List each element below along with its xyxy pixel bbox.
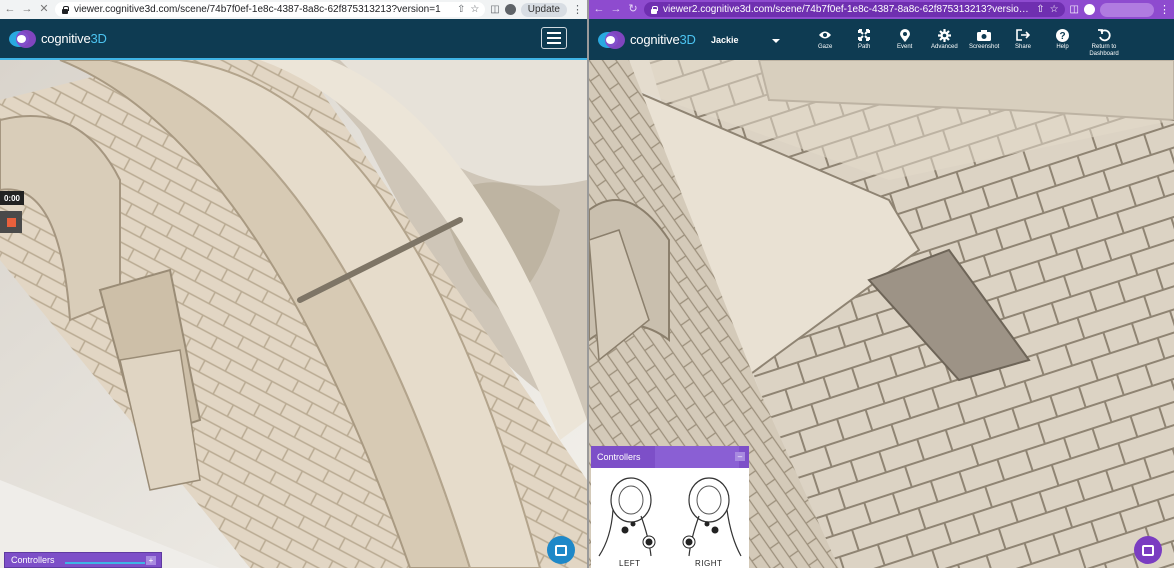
right-browser-window: ← → ↻ viewer2.cognitive3d.com/scene/74b7…	[589, 0, 1174, 568]
controllers-panel-header[interactable]: Controllers –	[591, 446, 749, 468]
tool-advanced[interactable]: Advanced	[931, 28, 958, 51]
bookmark-star-icon[interactable]: ☆	[1050, 4, 1059, 15]
tool-help[interactable]: ? Help	[1056, 28, 1069, 51]
minimize-icon[interactable]: –	[735, 452, 745, 461]
tool-label: Help	[1056, 44, 1069, 50]
browser-toolbar-right: ← → ↻ viewer2.cognitive3d.com/scene/74b7…	[589, 0, 1174, 19]
profile-pill[interactable]	[1100, 2, 1154, 17]
forward-icon[interactable]: →	[610, 4, 622, 16]
url-text-right: viewer2.cognitive3d.com/scene/74b7f0ef-1…	[663, 4, 1032, 15]
controllers-panel-body: LEFT RIGHT	[591, 468, 749, 568]
chevron-down-icon[interactable]	[772, 39, 780, 43]
tool-label: Screenshot	[969, 44, 1000, 50]
logo-text-3d: 3D	[90, 31, 107, 46]
profile-avatar-icon[interactable]	[1084, 4, 1095, 15]
location-pin-icon	[899, 28, 910, 42]
left-browser-window: ← → ✕ viewer.cognitive3d.com/scene/74b7f…	[0, 0, 587, 568]
svg-text:?: ?	[1059, 31, 1065, 42]
controllers-title: Controllers	[11, 555, 55, 565]
logo-mark-icon	[9, 28, 36, 50]
lock-icon	[650, 5, 658, 14]
share-icon	[1016, 28, 1030, 42]
side-panel-icon[interactable]: ◫	[1070, 4, 1079, 15]
forward-icon[interactable]: →	[21, 4, 33, 16]
reload-icon[interactable]: ↻	[627, 4, 639, 16]
stop-recording-button[interactable]	[0, 211, 22, 233]
gear-icon	[937, 28, 951, 42]
path-icon	[858, 28, 871, 42]
logo-text: cognitive	[41, 31, 91, 46]
controllers-header-fill	[655, 446, 739, 468]
expand-icon[interactable]: +	[146, 556, 156, 565]
tool-screenshot[interactable]: Screenshot	[969, 28, 999, 51]
address-bar[interactable]: viewer.cognitive3d.com/scene/74b7f0ef-1e…	[55, 2, 486, 17]
bookmark-star-icon[interactable]: ☆	[470, 4, 479, 15]
camera-icon	[977, 28, 992, 42]
update-button[interactable]: Update	[520, 2, 567, 17]
side-panel-icon[interactable]: ◫	[490, 4, 499, 15]
controllers-diagram	[598, 477, 742, 557]
chat-icon	[1142, 544, 1154, 556]
left-controller-label: LEFT	[619, 559, 641, 568]
browser-toolbar: ← → ✕ viewer.cognitive3d.com/scene/74b7f…	[0, 0, 587, 19]
recording-timer: 0:00	[0, 191, 24, 205]
profile-avatar-icon[interactable]	[504, 4, 516, 15]
lock-icon	[61, 5, 69, 14]
user-selector[interactable]: Jackie	[711, 35, 739, 45]
address-bar-right[interactable]: viewer2.cognitive3d.com/scene/74b7f0ef-1…	[644, 2, 1065, 17]
share-page-icon[interactable]: ⇧	[1036, 4, 1044, 15]
return-icon	[1097, 28, 1111, 42]
browser-menu-icon[interactable]: ⋮	[572, 3, 583, 16]
scene-render	[0, 60, 587, 568]
browser-menu-icon[interactable]: ⋮	[1159, 3, 1170, 16]
app-header-right: cognitive3D Jackie Gaze Path Event Advan…	[589, 19, 1174, 60]
stop-loading-icon[interactable]: ✕	[38, 4, 50, 16]
tool-label: Path	[858, 44, 871, 50]
url-text: viewer.cognitive3d.com/scene/74b7f0ef-1e…	[74, 4, 441, 15]
tool-label: Event	[897, 44, 913, 50]
scene-viewport[interactable]	[0, 60, 587, 568]
chat-icon	[555, 544, 567, 556]
hamburger-menu-icon[interactable]	[541, 27, 567, 49]
tool-return-to-dashboard[interactable]: Return to Dashboard	[1086, 28, 1122, 58]
controllers-panel-header[interactable]: Controllers +	[4, 552, 162, 568]
tool-share[interactable]: Share	[1015, 28, 1031, 51]
logo-text: cognitive	[630, 32, 680, 47]
logo-text-3d: 3D	[679, 32, 696, 47]
eye-icon	[818, 28, 832, 42]
cognitive3d-logo[interactable]: cognitive3D	[598, 29, 696, 51]
right-controller-icon	[682, 477, 742, 557]
tool-event[interactable]: Event	[897, 28, 912, 51]
tool-label: Return to Dashboard	[1089, 44, 1119, 57]
cognitive3d-logo[interactable]: cognitive3D	[9, 28, 107, 50]
stop-icon	[6, 217, 16, 227]
tool-label: Gaze	[818, 44, 833, 50]
left-controller-icon	[598, 477, 656, 557]
controllers-progress	[65, 562, 145, 564]
chat-support-button[interactable]	[1134, 536, 1162, 564]
help-icon: ?	[1056, 28, 1069, 42]
back-icon[interactable]: ←	[593, 4, 605, 16]
tool-path[interactable]: Path	[858, 28, 870, 51]
logo-mark-icon	[598, 29, 625, 51]
controllers-title: Controllers	[597, 452, 641, 462]
tool-label: Share	[1015, 44, 1032, 50]
tool-gaze[interactable]: Gaze	[818, 28, 832, 51]
tool-label: Advanced	[931, 44, 958, 50]
right-controller-label: RIGHT	[695, 559, 723, 568]
back-icon[interactable]: ←	[4, 4, 16, 16]
app-header: cognitive3D	[0, 19, 587, 60]
share-page-icon[interactable]: ⇧	[457, 4, 465, 15]
chat-support-button[interactable]	[547, 536, 575, 564]
